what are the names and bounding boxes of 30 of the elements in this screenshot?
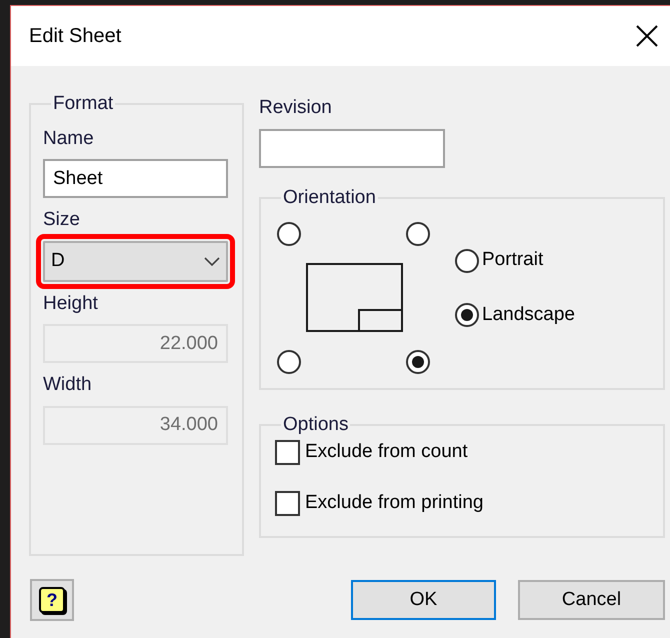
checkbox-label[interactable]: Exclude from printing bbox=[305, 488, 484, 518]
window-title: Edit Sheet bbox=[29, 24, 122, 49]
text-field: 22.000 bbox=[43, 324, 228, 364]
radio-label[interactable]: Portrait bbox=[482, 246, 544, 275]
text-field[interactable]: Sheet bbox=[43, 159, 228, 198]
radio-label[interactable]: Landscape bbox=[482, 300, 575, 330]
radio-button[interactable] bbox=[406, 222, 430, 246]
close-icon bbox=[636, 25, 658, 47]
group-legend: Orientation bbox=[281, 188, 378, 208]
dialog-button[interactable]: Cancel bbox=[518, 580, 665, 620]
radio-button[interactable] bbox=[455, 303, 479, 328]
radio-button[interactable] bbox=[406, 350, 430, 374]
radio-button[interactable] bbox=[277, 350, 301, 374]
checkbox-label[interactable]: Exclude from count bbox=[305, 438, 468, 467]
checkbox[interactable] bbox=[275, 440, 300, 466]
group-legend: Options bbox=[281, 414, 350, 436]
dialog-button[interactable]: OK bbox=[351, 580, 496, 620]
chevron-down-icon bbox=[204, 256, 220, 266]
radio-button[interactable] bbox=[277, 222, 301, 246]
checkbox[interactable] bbox=[275, 490, 300, 516]
field-label: Width bbox=[43, 373, 93, 398]
text-field: 34.000 bbox=[43, 406, 228, 445]
field-label: Revision bbox=[259, 96, 333, 120]
help-button[interactable]: ? bbox=[30, 579, 74, 621]
field-label: Name bbox=[43, 126, 95, 151]
radio-button[interactable] bbox=[455, 248, 479, 273]
field-label: Size bbox=[43, 208, 81, 232]
group-legend: Format bbox=[51, 94, 116, 115]
field-label: Height bbox=[43, 292, 99, 316]
revision-field[interactable] bbox=[259, 128, 445, 168]
